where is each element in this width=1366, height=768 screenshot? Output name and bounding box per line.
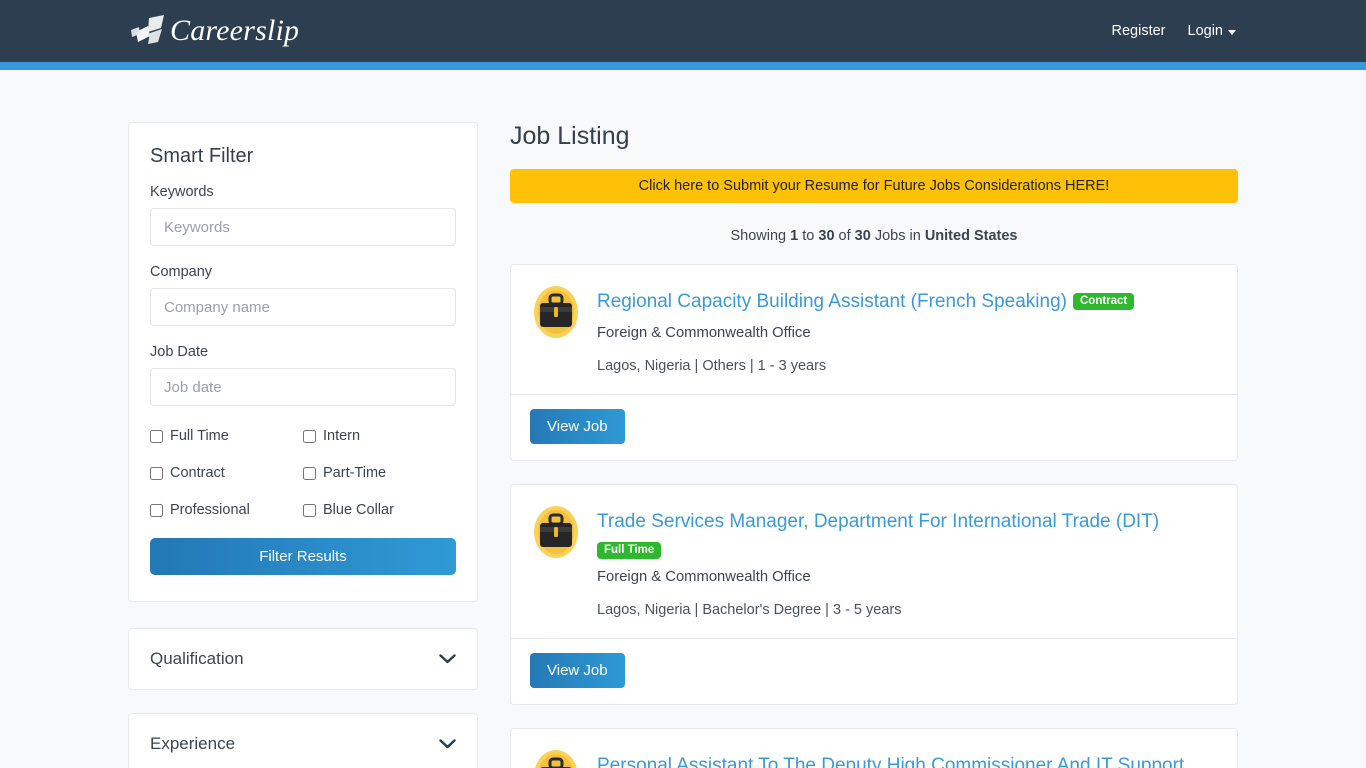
chevron-down-icon <box>1228 29 1236 35</box>
checkbox-intern[interactable]: Intern <box>303 428 456 444</box>
accordion-experience[interactable]: Experience <box>128 713 478 768</box>
checkbox-blue-collar[interactable]: Blue Collar <box>303 502 456 518</box>
checkbox-input-professional[interactable] <box>150 503 163 517</box>
showing-from: 1 <box>790 228 799 244</box>
showing-mid3: Jobs in <box>874 228 921 244</box>
checkbox-contract[interactable]: Contract <box>150 465 303 481</box>
job-card: Trade Services Manager, Department For I… <box>510 484 1238 706</box>
results-count: Showing 1 to 30 of 30 Jobs in United Sta… <box>510 228 1238 244</box>
brand-logo[interactable]: Careerslip <box>128 12 299 50</box>
chevron-down-icon <box>439 739 456 749</box>
showing-to: 30 <box>818 228 835 244</box>
job-company: Foreign & Commonwealth Office <box>597 569 811 586</box>
job-title-row: Regional Capacity Building Assistant (Fr… <box>597 289 1215 315</box>
main-content: Job Listing Click here to Submit your Re… <box>510 122 1238 768</box>
briefcase-icon <box>533 504 579 618</box>
checkbox-label: Blue Collar <box>323 502 394 518</box>
job-title-link[interactable]: Regional Capacity Building Assistant (Fr… <box>597 291 1067 312</box>
job-body: Trade Services Manager, Department For I… <box>511 485 1237 638</box>
job-company: Foreign & Commonwealth Office <box>597 325 811 342</box>
login-dropdown[interactable]: Login <box>1188 23 1236 39</box>
page-container: Smart Filter Keywords Company Job Date F… <box>0 70 1366 768</box>
login-label: Login <box>1187 23 1223 39</box>
smart-filter-panel: Smart Filter Keywords Company Job Date F… <box>128 122 478 602</box>
job-type-checkbox-group: Full Time Intern Contract Part-Time Prof… <box>150 428 456 518</box>
keywords-input[interactable] <box>150 208 456 246</box>
showing-prefix: Showing <box>730 228 787 244</box>
checkbox-input-part-time[interactable] <box>303 466 316 480</box>
status-badge: Contract <box>1072 293 1135 310</box>
job-title-row: Personal Assistant To The Deputy High Co… <box>597 753 1215 768</box>
checkbox-input-contract[interactable] <box>150 466 163 480</box>
accordion-title: Experience <box>150 734 236 753</box>
status-badge: Full Time <box>597 542 662 560</box>
showing-mid1: to <box>802 228 815 244</box>
accordion-qualification[interactable]: Qualification <box>128 628 478 690</box>
showing-total: 30 <box>854 228 871 244</box>
register-link[interactable]: Register <box>1112 23 1166 39</box>
checkbox-label: Part-Time <box>323 465 387 481</box>
checkbox-input-full-time[interactable] <box>150 429 163 443</box>
smart-filter-title: Smart Filter <box>150 145 254 167</box>
briefcase-icon <box>533 284 579 374</box>
company-input[interactable] <box>150 288 456 326</box>
checkbox-professional[interactable]: Professional <box>150 502 303 518</box>
accordion-title: Qualification <box>150 649 244 668</box>
job-meta: Lagos, Nigeria | Bachelor's Degree | 3 -… <box>597 602 902 619</box>
job-info: Trade Services Manager, Department For I… <box>597 504 1215 618</box>
sidebar: Smart Filter Keywords Company Job Date F… <box>128 122 478 768</box>
job-date-input[interactable] <box>150 368 456 406</box>
job-meta: Lagos, Nigeria | Others | 1 - 3 years <box>597 358 827 375</box>
checkbox-label: Intern <box>323 428 361 444</box>
view-job-button[interactable]: View Job <box>530 653 625 689</box>
showing-mid2: of <box>838 228 851 244</box>
checkbox-full-time[interactable]: Full Time <box>150 428 303 444</box>
showing-location: United States <box>924 228 1018 244</box>
company-label: Company <box>150 264 213 280</box>
job-title-link[interactable]: Personal Assistant To The Deputy High Co… <box>597 755 1184 768</box>
book-logo-icon <box>128 12 172 50</box>
job-body: Regional Capacity Building Assistant (Fr… <box>511 265 1237 394</box>
filter-results-button[interactable]: Filter Results <box>150 538 456 575</box>
page-title: Job Listing <box>510 122 630 150</box>
job-footer: View Job <box>511 394 1237 460</box>
submit-resume-banner[interactable]: Click here to Submit your Resume for Fut… <box>510 169 1238 203</box>
view-job-button[interactable]: View Job <box>530 409 625 445</box>
job-card: Personal Assistant To The Deputy High Co… <box>510 728 1238 768</box>
checkbox-label: Contract <box>170 465 225 481</box>
job-card: Regional Capacity Building Assistant (Fr… <box>510 264 1238 462</box>
briefcase-icon <box>533 748 579 768</box>
job-footer: View Job <box>511 638 1237 704</box>
checkbox-input-intern[interactable] <box>303 429 316 443</box>
job-date-label: Job Date <box>150 344 209 360</box>
job-title-row: Trade Services Manager, Department For I… <box>597 509 1215 535</box>
job-info: Personal Assistant To The Deputy High Co… <box>597 748 1215 768</box>
checkbox-label: Professional <box>170 502 250 518</box>
top-navbar: Careerslip Register Login <box>0 0 1366 62</box>
brand-name: Careerslip <box>170 14 300 47</box>
job-title-link[interactable]: Trade Services Manager, Department For I… <box>597 511 1159 532</box>
nav-links: Register Login <box>1112 23 1236 39</box>
checkbox-part-time[interactable]: Part-Time <box>303 465 456 481</box>
checkbox-input-blue-collar[interactable] <box>303 503 316 517</box>
navbar-accent-strip <box>0 62 1366 70</box>
job-body: Personal Assistant To The Deputy High Co… <box>511 729 1237 768</box>
keywords-label: Keywords <box>150 184 214 200</box>
job-info: Regional Capacity Building Assistant (Fr… <box>597 284 1215 374</box>
chevron-down-icon <box>439 654 456 664</box>
checkbox-label: Full Time <box>170 428 229 444</box>
